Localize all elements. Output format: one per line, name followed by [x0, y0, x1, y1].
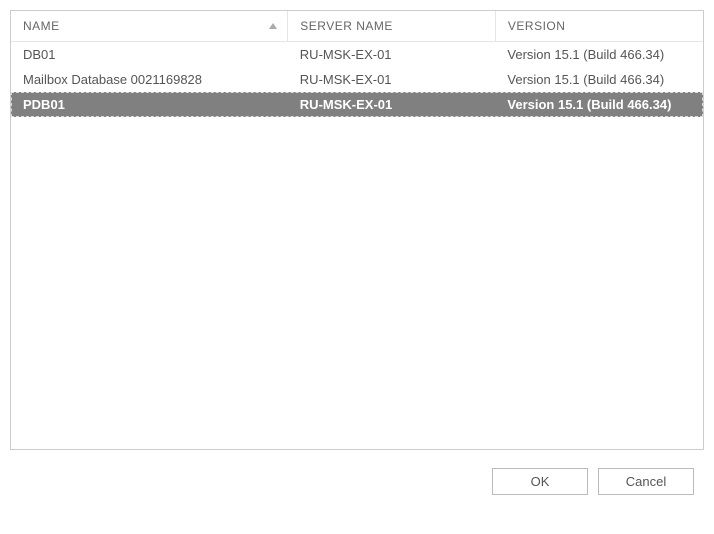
database-table-container: NAME SERVER NAME VERSION DB01RU-MSK-EX-0… [10, 10, 704, 450]
ok-button[interactable]: OK [492, 468, 588, 495]
database-table: NAME SERVER NAME VERSION DB01RU-MSK-EX-0… [11, 11, 703, 117]
cell-name: DB01 [11, 42, 288, 68]
sort-asc-icon [269, 23, 277, 29]
table-header-row: NAME SERVER NAME VERSION [11, 11, 703, 42]
column-header-server[interactable]: SERVER NAME [288, 11, 496, 42]
column-header-version[interactable]: VERSION [495, 11, 703, 42]
cell-server: RU-MSK-EX-01 [288, 42, 496, 68]
column-header-name-label: NAME [23, 19, 60, 33]
cell-name: Mailbox Database 0021169828 [11, 67, 288, 92]
table-row[interactable]: PDB01RU-MSK-EX-01Version 15.1 (Build 466… [11, 92, 703, 117]
cancel-button[interactable]: Cancel [598, 468, 694, 495]
table-row[interactable]: Mailbox Database 0021169828RU-MSK-EX-01V… [11, 67, 703, 92]
column-header-server-label: SERVER NAME [300, 19, 393, 33]
table-body: DB01RU-MSK-EX-01Version 15.1 (Build 466.… [11, 42, 703, 118]
cell-server: RU-MSK-EX-01 [288, 67, 496, 92]
cell-version: Version 15.1 (Build 466.34) [495, 67, 703, 92]
cell-version: Version 15.1 (Build 466.34) [495, 42, 703, 68]
cell-name: PDB01 [11, 92, 288, 117]
cell-version: Version 15.1 (Build 466.34) [495, 92, 703, 117]
cell-server: RU-MSK-EX-01 [288, 92, 496, 117]
dialog-button-row: OK Cancel [10, 468, 704, 495]
column-header-name[interactable]: NAME [11, 11, 288, 42]
column-header-version-label: VERSION [508, 19, 566, 33]
table-row[interactable]: DB01RU-MSK-EX-01Version 15.1 (Build 466.… [11, 42, 703, 68]
